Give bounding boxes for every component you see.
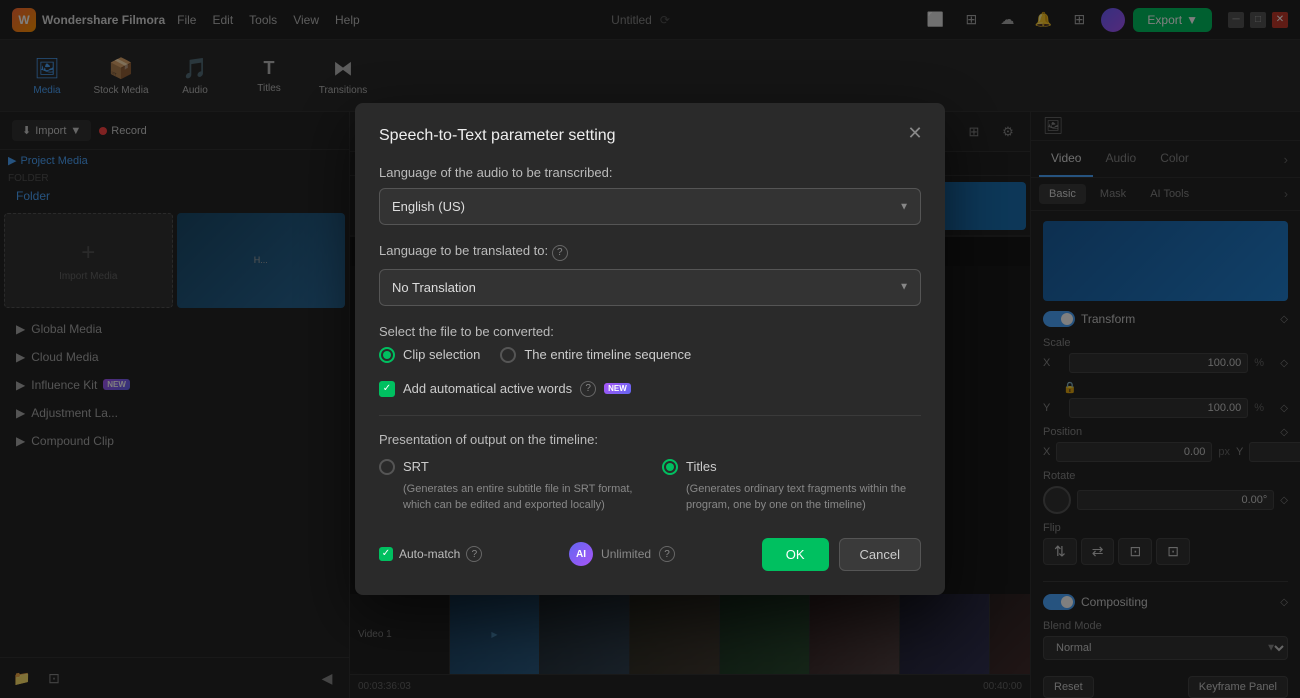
srt-description: (Generates an entire subtitle file in SR… (379, 481, 638, 514)
unlimited-help-icon[interactable]: ? (659, 546, 675, 562)
translate-lang-wrapper: No Translation English Spanish French Ge… (379, 269, 921, 306)
translate-lang-select[interactable]: No Translation English Spanish French Ge… (379, 269, 921, 306)
entire-timeline-label: The entire timeline sequence (524, 347, 691, 362)
unlimited-section: AI Unlimited ? (569, 542, 675, 566)
modal-divider (379, 415, 921, 416)
srt-header: SRT (379, 459, 638, 475)
active-words-checkbox (379, 381, 395, 397)
titles-radio-circle[interactable] (662, 459, 678, 475)
audio-lang-label: Language of the audio to be transcribed: (379, 165, 921, 180)
titles-label: Titles (686, 459, 717, 474)
titles-header: Titles (662, 459, 921, 475)
active-words-help-icon[interactable]: ? (580, 381, 596, 397)
auto-match-checkbox[interactable] (379, 547, 393, 561)
translate-help-icon[interactable]: ? (552, 245, 568, 261)
srt-radio-circle[interactable] (379, 459, 395, 475)
auto-match-label: Auto-match (399, 547, 460, 561)
unlimited-label: Unlimited (601, 547, 651, 561)
active-words-label: Add automatical active words (403, 381, 572, 396)
srt-label: SRT (403, 459, 429, 474)
modal-footer: Auto-match ? AI Unlimited ? OK Cancel (379, 538, 921, 571)
presentation-label: Presentation of output on the timeline: (379, 432, 921, 447)
speech-to-text-modal: Speech-to-Text parameter setting ✕ Langu… (355, 103, 945, 595)
ok-button[interactable]: OK (762, 538, 829, 571)
active-words-section: Add automatical active words ? NEW (379, 381, 921, 397)
audio-lang-select[interactable]: English (US) English (UK) Spanish French… (379, 188, 921, 225)
titles-description: (Generates ordinary text fragments withi… (662, 481, 921, 514)
modal-overlay: Speech-to-Text parameter setting ✕ Langu… (0, 0, 1300, 698)
presentation-options: SRT (Generates an entire subtitle file i… (379, 459, 921, 514)
translate-lang-label: Language to be translated to: ? (379, 243, 921, 261)
file-selection-section: Select the file to be converted: Clip se… (379, 324, 921, 363)
translate-lang-section: Language to be translated to: ? No Trans… (379, 243, 921, 306)
titles-option: Titles (Generates ordinary text fragment… (662, 459, 921, 514)
modal-title: Speech-to-Text parameter setting (379, 127, 921, 145)
entire-timeline-radio[interactable]: The entire timeline sequence (500, 347, 691, 363)
presentation-section: Presentation of output on the timeline: … (379, 432, 921, 514)
active-words-badge: NEW (604, 383, 631, 394)
entire-timeline-radio-circle (500, 347, 516, 363)
convert-label: Select the file to be converted: (379, 324, 921, 339)
audio-lang-wrapper: English (US) English (UK) Spanish French… (379, 188, 921, 225)
modal-buttons: OK Cancel (762, 538, 921, 571)
modal-close-button[interactable]: ✕ (901, 119, 929, 147)
auto-match-section: Auto-match ? (379, 546, 482, 562)
active-words-checkbox-item[interactable]: Add automatical active words ? NEW (379, 381, 921, 397)
cancel-button[interactable]: Cancel (839, 538, 921, 571)
ai-icon: AI (569, 542, 593, 566)
file-selection-radio-group: Clip selection The entire timeline seque… (379, 347, 921, 363)
clip-selection-label: Clip selection (403, 347, 480, 362)
clip-selection-radio[interactable]: Clip selection (379, 347, 480, 363)
clip-selection-radio-circle (379, 347, 395, 363)
audio-lang-section: Language of the audio to be transcribed:… (379, 165, 921, 225)
srt-option: SRT (Generates an entire subtitle file i… (379, 459, 638, 514)
auto-match-help-icon[interactable]: ? (466, 546, 482, 562)
